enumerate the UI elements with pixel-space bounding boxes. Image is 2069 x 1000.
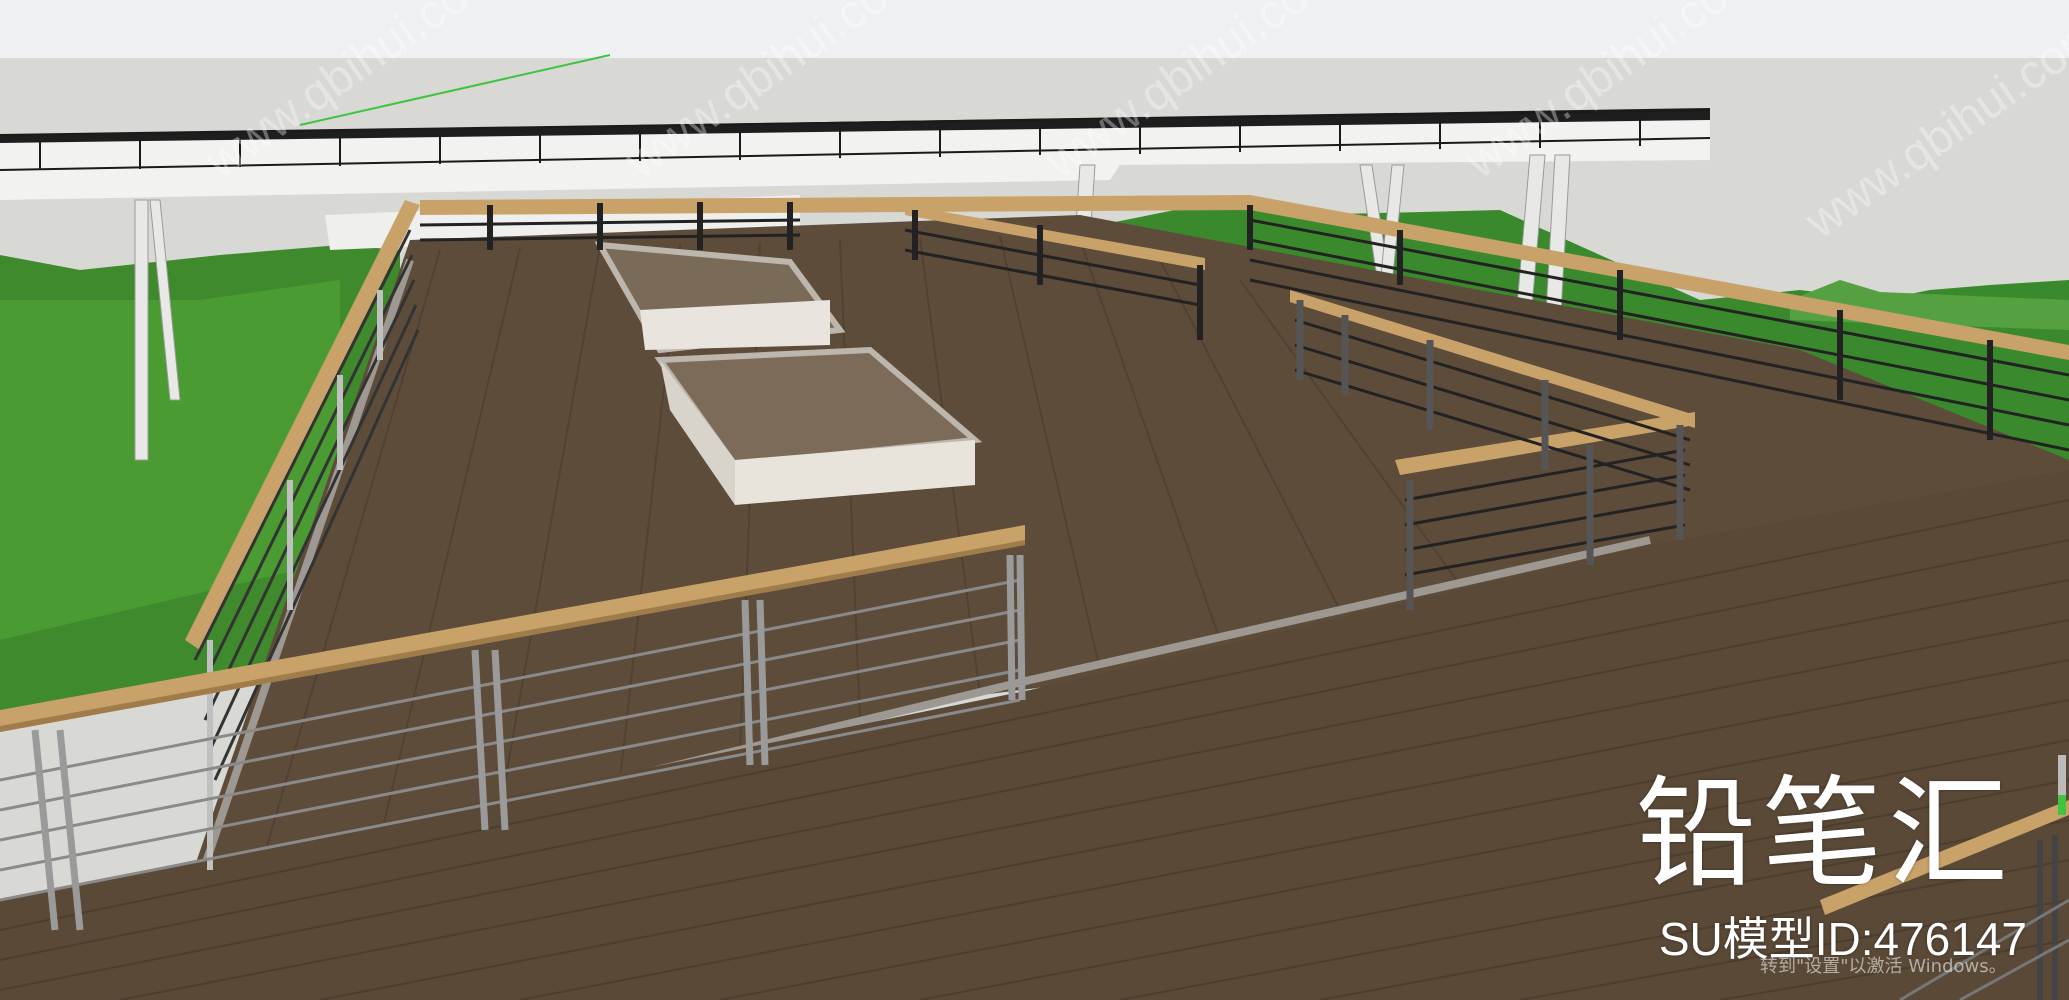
brand-logo-text: 铅笔汇 xyxy=(1636,765,2014,904)
viewport: www.qbihui.com www.qbihui.com www.qbihui… xyxy=(0,0,2069,1000)
scroll-thumb[interactable] xyxy=(2058,795,2066,815)
top-frame-band xyxy=(0,0,2069,58)
os-activation-overlay: 转到"设置"以激活 Windows。 xyxy=(1760,956,2007,977)
